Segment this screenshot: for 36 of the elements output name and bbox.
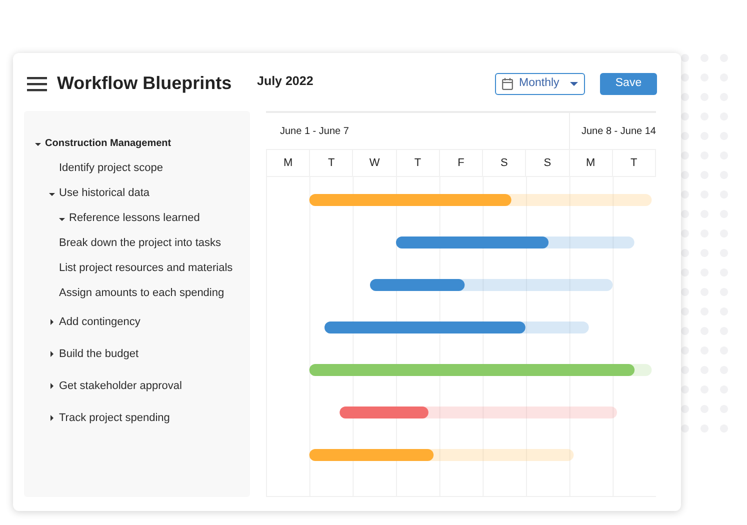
tree-item[interactable]: Break down the project into tasks — [59, 235, 222, 252]
tree-item[interactable]: Build the budget — [59, 346, 139, 362]
day-label: S — [544, 156, 552, 171]
view-dropdown[interactable]: Monthly — [495, 72, 585, 94]
day-label: T — [328, 156, 335, 171]
day-label: M — [284, 156, 293, 171]
day-label: T — [414, 156, 422, 171]
tree-item[interactable]: List project resources and materials — [59, 260, 233, 277]
day-label: F — [458, 156, 464, 171]
tree-item[interactable]: Track project spending — [59, 410, 170, 426]
app-title: Workflow Blueprints — [57, 72, 233, 95]
caret-right-icon[interactable] — [48, 318, 56, 326]
tree-item[interactable]: Assign amounts to each spending — [59, 285, 224, 302]
week-label: June 1 - June 7 — [280, 124, 349, 138]
week-label: June 8 - June 14 — [581, 124, 656, 138]
task-bar[interactable] — [396, 236, 634, 248]
save-button[interactable]: Save — [600, 72, 657, 94]
menu-icon[interactable] — [27, 76, 47, 92]
caret-icon — [570, 82, 578, 86]
caret-right-icon[interactable] — [48, 350, 56, 358]
caret-right-icon[interactable] — [48, 414, 56, 422]
caret-right-icon[interactable] — [48, 382, 56, 390]
task-bar[interactable] — [370, 279, 613, 291]
tree-item[interactable]: Use historical data — [59, 185, 150, 202]
day-label: S — [500, 156, 508, 171]
tree-item[interactable]: Add contingency — [59, 314, 140, 330]
day-label: M — [586, 156, 596, 171]
period-label: July 2022 — [257, 73, 314, 90]
tree-item[interactable]: Get stakeholder approval — [59, 378, 182, 394]
day-label: T — [630, 156, 638, 171]
task-bar[interactable] — [324, 322, 589, 334]
tree-item[interactable]: Reference lessons learned — [69, 210, 200, 227]
day-label: W — [369, 156, 380, 171]
tree-item[interactable]: Construction Management — [45, 136, 172, 151]
calendar-icon — [502, 78, 513, 90]
tree-item[interactable]: Identify project scope — [59, 160, 163, 177]
